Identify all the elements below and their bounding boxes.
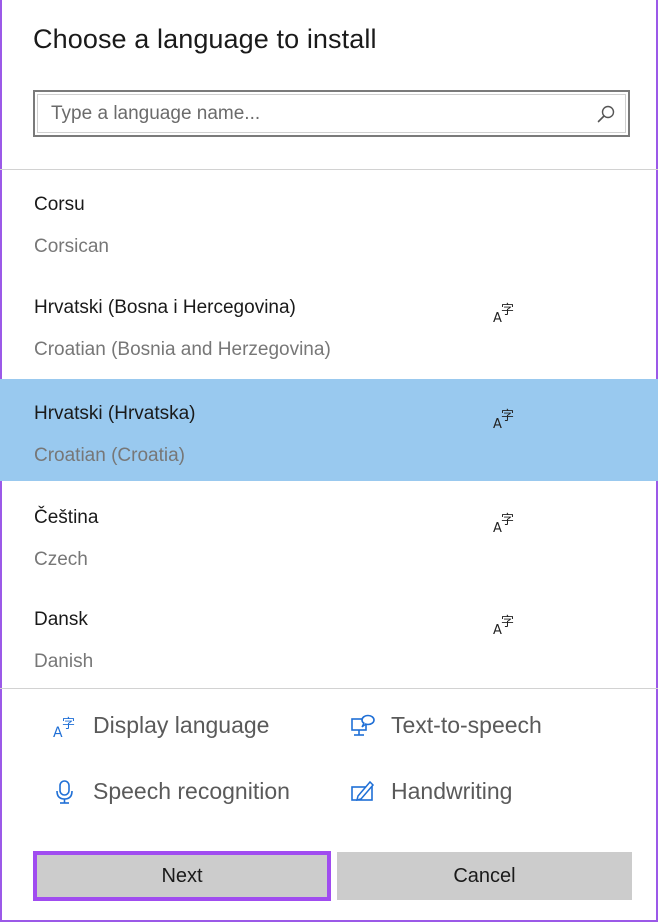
cancel-button[interactable]: Cancel bbox=[337, 852, 632, 900]
search-input[interactable] bbox=[51, 98, 591, 129]
search-icon[interactable] bbox=[596, 104, 616, 124]
text-to-speech-icon bbox=[351, 714, 375, 736]
language-item-cestina[interactable]: Čeština Czech A 字 bbox=[0, 483, 658, 585]
svg-text:字: 字 bbox=[62, 717, 75, 732]
display-language-icon: A 字 bbox=[53, 717, 75, 739]
language-english-name: Czech bbox=[34, 549, 88, 570]
language-english-name: Croatian (Croatia) bbox=[34, 445, 185, 466]
language-item-corsu[interactable]: Corsu Corsican bbox=[0, 170, 658, 272]
language-native-name: Čeština bbox=[34, 507, 99, 528]
display-language-icon: A 字 bbox=[493, 409, 514, 430]
feature-label: Handwriting bbox=[391, 778, 513, 804]
feature-label: Speech recognition bbox=[93, 778, 290, 804]
language-native-name: Dansk bbox=[34, 609, 88, 630]
language-english-name: Danish bbox=[34, 651, 94, 672]
language-native-name: Corsu bbox=[34, 194, 85, 215]
svg-text:字: 字 bbox=[501, 615, 514, 630]
feature-label: Text-to-speech bbox=[391, 712, 542, 738]
svg-text:字: 字 bbox=[501, 409, 514, 424]
next-button[interactable]: Next bbox=[33, 851, 331, 901]
display-language-icon: A 字 bbox=[493, 513, 514, 534]
list-bottom-divider bbox=[0, 688, 658, 689]
language-item-hrvatski-hr[interactable]: Hrvatski (Hrvatska) Croatian (Croatia) A… bbox=[0, 379, 658, 481]
microphone-icon bbox=[56, 780, 73, 804]
language-list[interactable]: Corsu Corsican Hrvatski (Bosna i Hercego… bbox=[0, 170, 658, 688]
svg-text:字: 字 bbox=[501, 513, 514, 528]
language-english-name: Corsican bbox=[34, 236, 109, 257]
feature-label: Display language bbox=[93, 712, 270, 738]
language-native-name: Hrvatski (Hrvatska) bbox=[34, 403, 196, 424]
display-language-icon: A 字 bbox=[493, 615, 514, 636]
language-item-dansk[interactable]: Dansk Danish A 字 bbox=[0, 585, 658, 687]
language-native-name: Hrvatski (Bosna i Hercegovina) bbox=[34, 297, 296, 318]
language-english-name: Croatian (Bosnia and Herzegovina) bbox=[34, 339, 331, 360]
language-item-hrvatski-bih[interactable]: Hrvatski (Bosna i Hercegovina) Croatian … bbox=[0, 273, 658, 375]
display-language-icon: A 字 bbox=[493, 303, 514, 324]
handwriting-icon bbox=[351, 780, 375, 802]
dialog-title: Choose a language to install bbox=[33, 24, 377, 54]
svg-text:字: 字 bbox=[501, 303, 514, 318]
search-box[interactable] bbox=[33, 90, 630, 137]
